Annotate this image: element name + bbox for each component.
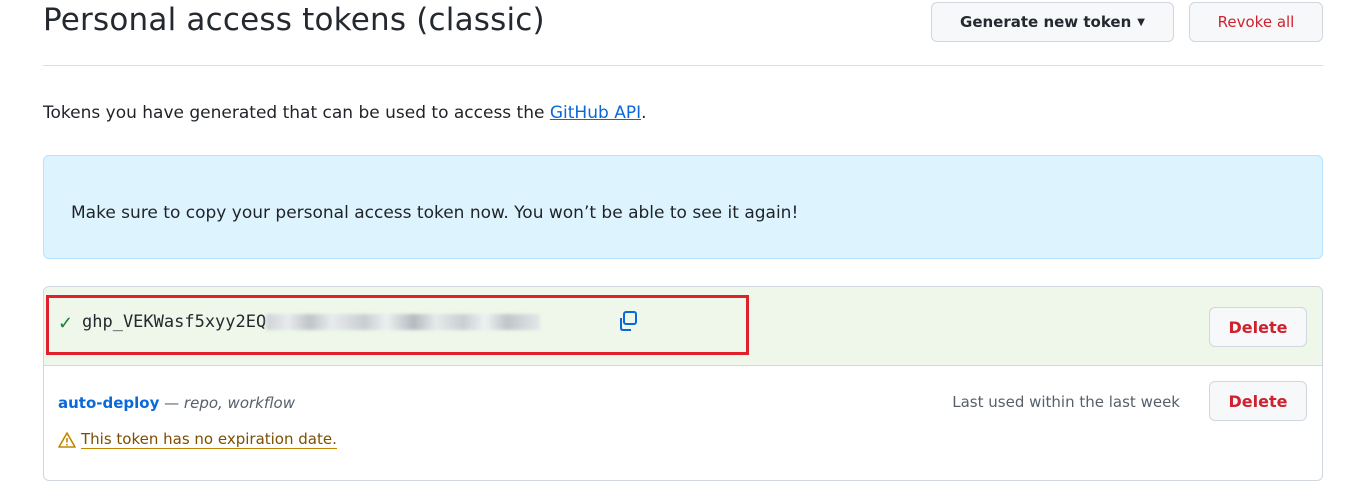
token-list: ✓ ghp_VEKWasf5xyy2EQ Delete auto-deploy …	[43, 286, 1323, 481]
token-expiration-warning[interactable]: This token has no expiration date.	[58, 430, 337, 449]
token-last-used: Last used within the last week	[952, 393, 1180, 411]
github-api-link[interactable]: GitHub API	[550, 103, 641, 123]
intro-text: Tokens you have generated that can be us…	[43, 103, 647, 123]
warning-text: This token has no expiration date.	[81, 430, 337, 449]
token-redacted-part	[266, 314, 541, 330]
new-token-row: ✓ ghp_VEKWasf5xyy2EQ Delete	[44, 287, 1322, 366]
intro-text-body: Tokens you have generated that can be us…	[43, 103, 550, 123]
token-item-auto-deploy: auto-deploy — repo, workflow	[58, 394, 295, 412]
token-scopes: repo, workflow	[183, 394, 295, 412]
copy-icon[interactable]	[617, 310, 639, 332]
flash-message: Make sure to copy your personal access t…	[71, 203, 799, 223]
page-title: Personal access tokens (classic)	[43, 2, 545, 38]
check-icon: ✓	[58, 313, 74, 333]
copy-token-flash: Make sure to copy your personal access t…	[43, 155, 1323, 259]
token-name-link[interactable]: auto-deploy	[58, 394, 159, 412]
intro-text-suffix: .	[641, 103, 647, 123]
generate-new-token-button[interactable]: Generate new token ▼	[931, 2, 1174, 42]
generate-new-token-label: Generate new token	[960, 13, 1132, 31]
header-divider	[43, 65, 1323, 66]
revoke-all-button[interactable]: Revoke all	[1189, 2, 1323, 42]
new-token-value[interactable]: ghp_VEKWasf5xyy2EQ	[82, 312, 541, 332]
caret-down-icon: ▼	[1137, 16, 1145, 28]
token-visible-part: ghp_VEKWasf5xyy2EQ	[82, 312, 267, 332]
token-dash: —	[159, 394, 184, 412]
alert-icon	[58, 431, 76, 448]
delete-new-token-button[interactable]: Delete	[1209, 307, 1307, 347]
delete-token-button[interactable]: Delete	[1209, 381, 1307, 421]
